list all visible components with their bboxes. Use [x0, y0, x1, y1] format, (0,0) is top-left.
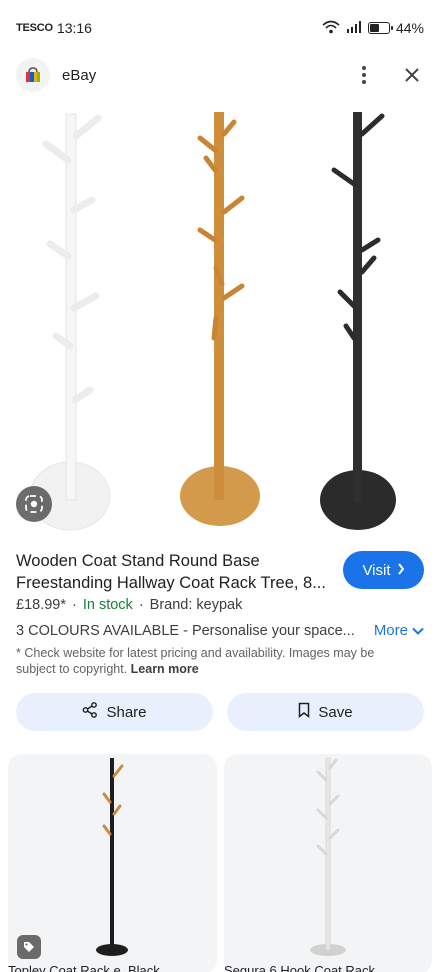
related-caption[interactable]: Topley Coat Rack e. Black [8, 963, 160, 972]
separator: · [138, 597, 144, 613]
save-button[interactable]: Save [227, 693, 424, 731]
white-coat-rack-image [310, 757, 346, 956]
more-button[interactable]: More [374, 622, 424, 639]
bookmark-icon [298, 702, 310, 722]
brand: Brand: keypak [149, 597, 243, 613]
status-left: TESCO 13:16 [16, 20, 92, 36]
more-label: More [373, 622, 408, 639]
close-icon[interactable] [400, 63, 424, 87]
related-caption[interactable]: Segura 6 Hook Coat Rack [224, 963, 375, 972]
wooden-coat-stand [180, 112, 260, 526]
separator: · [72, 597, 77, 613]
battery-percent: 44% [395, 20, 424, 36]
tag-icon[interactable] [17, 935, 41, 959]
product-title-line-2: Freestanding Hallway Coat Rack Tree, 8..… [16, 574, 326, 592]
description-row: 3 COLOURS AVAILABLE - Personalise your s… [16, 622, 424, 639]
carrier-label: TESCO [16, 22, 53, 34]
related-card[interactable] [224, 754, 432, 972]
price: £18.99* [16, 597, 66, 613]
share-label: Share [106, 703, 147, 721]
black-coat-stand [320, 112, 396, 530]
chevron-right-icon [397, 562, 405, 579]
product-title[interactable]: Wooden Coat Stand Round Base Freestandin… [16, 550, 334, 594]
share-icon [82, 702, 98, 722]
header-actions [352, 63, 424, 87]
battery-level [369, 24, 379, 32]
white-coat-stand [29, 113, 111, 531]
site-name[interactable]: eBay [62, 67, 96, 84]
chevron-down-icon [412, 622, 424, 639]
share-button[interactable]: Share [16, 693, 213, 731]
signal-icon [346, 20, 362, 36]
site-header: eBay [0, 50, 440, 100]
battery-icon [367, 22, 393, 34]
save-label: Save [318, 703, 353, 721]
coat-stands-illustration [29, 112, 396, 531]
learn-more-link[interactable]: Learn more [131, 662, 199, 676]
more-vertical-icon[interactable] [352, 63, 376, 87]
stock-status: In stock [82, 597, 133, 613]
ebay-bag-icon[interactable] [16, 58, 50, 92]
product-title-line-1: Wooden Coat Stand Round Base [16, 552, 260, 570]
visit-button[interactable]: Visit [343, 551, 424, 589]
product-description: 3 COLOURS AVAILABLE - Personalise your s… [16, 622, 354, 639]
visit-button-label: Visit [362, 561, 391, 579]
status-bar: TESCO 13:16 44% [0, 0, 440, 56]
disclaimer: * Check website for latest pricing and a… [16, 645, 416, 677]
clock: 13:16 [56, 20, 92, 36]
product-meta: £18.99* · In stock · Brand: keypak [16, 597, 242, 613]
wifi-icon [322, 20, 340, 37]
lens-search-icon[interactable] [16, 486, 52, 522]
status-right: 44% [322, 20, 424, 37]
product-image[interactable] [0, 100, 440, 540]
